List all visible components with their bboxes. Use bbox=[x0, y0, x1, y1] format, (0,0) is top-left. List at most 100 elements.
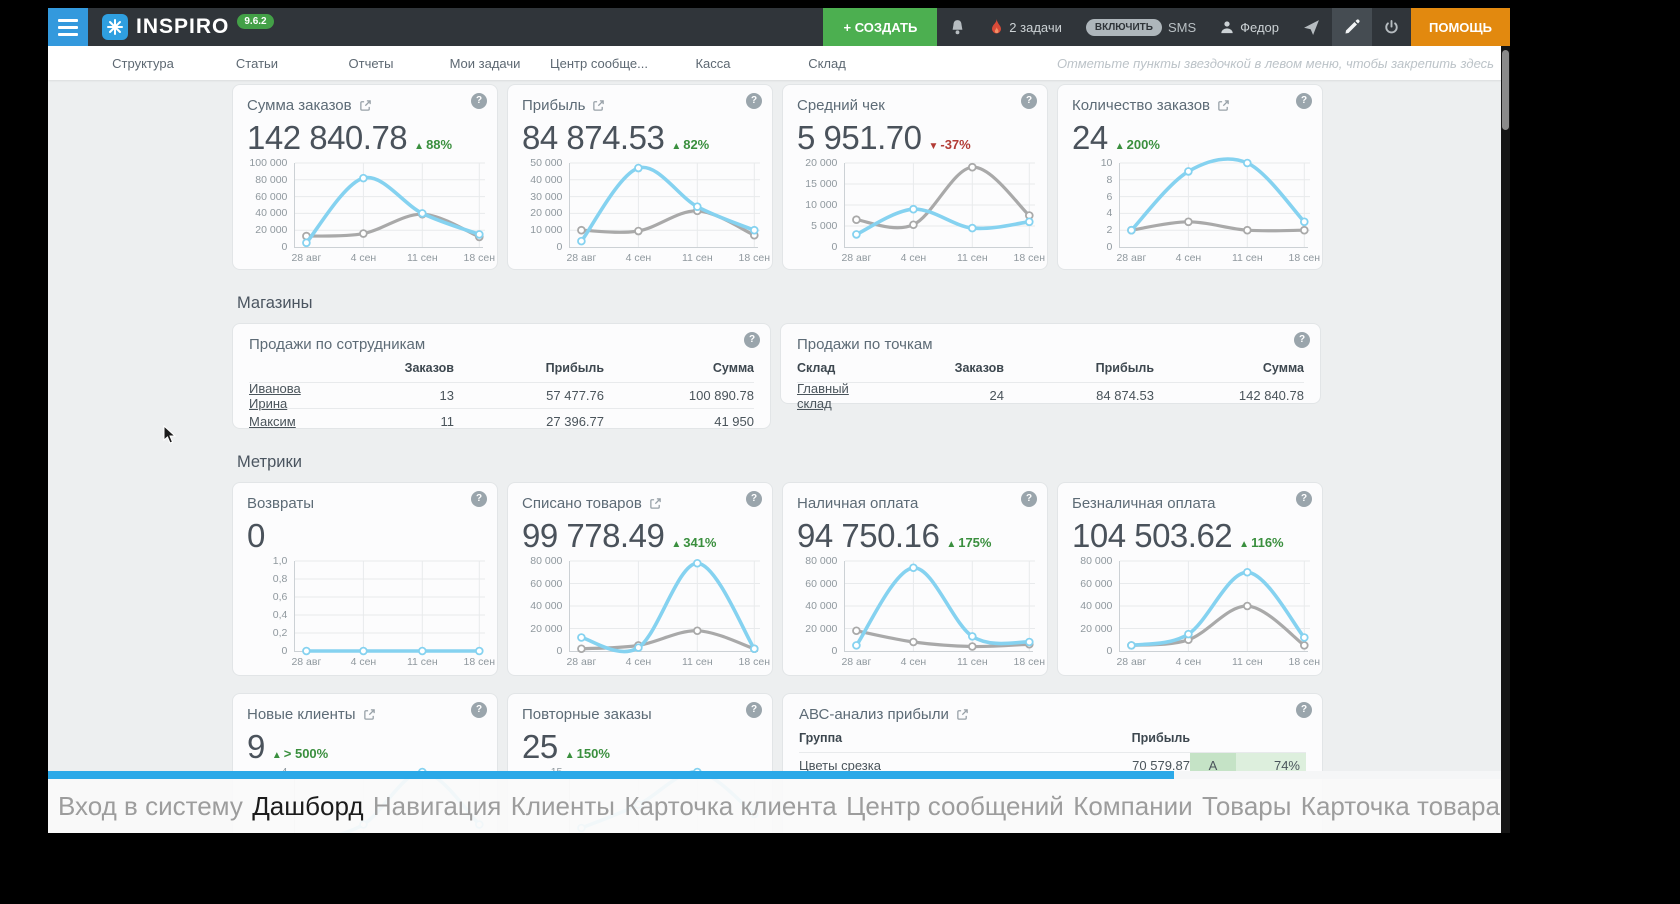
help-icon[interactable]: ? bbox=[1296, 702, 1312, 718]
help-button[interactable]: ПОМОЩЬ bbox=[1411, 8, 1510, 46]
y-tick-label: 50 000 bbox=[530, 157, 563, 169]
scrollbar-thumb[interactable] bbox=[1502, 50, 1509, 130]
metric-card-cashless-payment: Безналичная оплата? 104 503.62 ▲ 116% 80 000… bbox=[1057, 482, 1323, 676]
footer-tab-карточка-товара[interactable]: Карточка товара bbox=[1301, 791, 1500, 822]
footer-tab-компании[interactable]: Компании bbox=[1073, 791, 1192, 822]
cash-payment-chart: 80 000 60 000 40 000 20 000 0 bbox=[797, 555, 1036, 657]
triangle-up-icon: ▲ bbox=[671, 539, 682, 550]
plot-area bbox=[1119, 157, 1311, 248]
y-tick-label: 0,6 bbox=[272, 591, 288, 603]
value-row: 99 778.49 ▲ 341% bbox=[522, 517, 758, 555]
external-link-icon[interactable] bbox=[649, 497, 662, 510]
footer-tab-клиенты[interactable]: Клиенты bbox=[511, 791, 615, 822]
table-header-row: Склад Заказов Прибыль Сумма bbox=[797, 354, 1304, 382]
cash-payment-delta: ▲ 175% bbox=[946, 535, 992, 550]
help-icon[interactable]: ? bbox=[471, 491, 487, 507]
footer-tab-вход-в-систему[interactable]: Вход в систему bbox=[58, 791, 243, 822]
user-icon bbox=[1221, 21, 1233, 34]
help-icon[interactable]: ? bbox=[744, 332, 760, 348]
external-link-icon[interactable] bbox=[956, 708, 969, 721]
send-action[interactable] bbox=[1291, 8, 1332, 46]
nav-item-структура[interactable]: Структура bbox=[86, 56, 200, 71]
metric-card-orders-sum: Сумма заказов? 142 840.78 ▲ 88% 100 000 80 00… bbox=[232, 84, 498, 270]
row-link[interactable]: Максим bbox=[249, 414, 296, 429]
external-link-icon[interactable] bbox=[1217, 99, 1230, 112]
value-row: 142 840.78 ▲ 88% bbox=[247, 119, 483, 157]
x-tick-label: 18 сен bbox=[738, 656, 771, 668]
notifications-bell[interactable] bbox=[937, 8, 978, 46]
row-link[interactable]: Иванова Ирина bbox=[249, 381, 301, 411]
vertical-scrollbar[interactable] bbox=[1501, 46, 1510, 833]
triangle-up-icon: ▲ bbox=[1239, 539, 1250, 550]
y-axis-labels: 50 000 40 000 30 000 20 000 10 000 0 bbox=[522, 157, 569, 253]
tasks-indicator[interactable]: 2 задачи bbox=[978, 8, 1074, 46]
help-icon[interactable]: ? bbox=[1294, 332, 1310, 348]
x-tick-label: 4 сен bbox=[350, 252, 377, 264]
help-icon[interactable]: ? bbox=[746, 702, 762, 718]
nav-item-склад[interactable]: Склад bbox=[770, 56, 884, 71]
footer-tab-центр-сообщений[interactable]: Центр сообщений bbox=[846, 791, 1064, 822]
table-cell: 27 396.77 bbox=[546, 414, 604, 429]
footer-tab-товары[interactable]: Товары bbox=[1202, 791, 1291, 822]
table-header-row: Заказов Прибыль Сумма bbox=[249, 354, 754, 382]
x-axis-labels: 28 авг 4 сен 11 сен 18 сен bbox=[1116, 248, 1320, 265]
x-tick-label: 4 сен bbox=[350, 656, 377, 668]
tables-row: Продажи по сотрудникам ? Заказов Прибыль С… bbox=[232, 323, 1324, 429]
help-icon[interactable]: ? bbox=[1296, 491, 1312, 507]
card-title: Сумма заказов bbox=[247, 95, 483, 115]
x-tick-label: 28 авг bbox=[1116, 252, 1147, 264]
nav-item-отчеты[interactable]: Отчеты bbox=[314, 56, 428, 71]
table-cell: Максим bbox=[249, 414, 334, 429]
help-icon[interactable]: ? bbox=[1021, 93, 1037, 109]
sms-label: SMS bbox=[1167, 19, 1197, 35]
nav-item-касса[interactable]: Касса bbox=[656, 56, 770, 71]
user-menu[interactable]: Федор bbox=[1208, 8, 1291, 46]
create-button[interactable]: + СОЗДАТЬ bbox=[823, 8, 938, 46]
table-cell: Иванова Ирина bbox=[249, 381, 334, 411]
help-icon[interactable]: ? bbox=[746, 93, 762, 109]
nav-item-статьи[interactable]: Статьи bbox=[200, 56, 314, 71]
y-axis-labels: 10 8 6 4 2 0 bbox=[1072, 157, 1119, 253]
y-tick-label: 20 000 bbox=[255, 224, 288, 237]
column-header: Заказов bbox=[954, 361, 1004, 375]
power-icon bbox=[1385, 19, 1398, 33]
card-title: Безналичная оплата bbox=[1072, 493, 1308, 513]
external-link-icon[interactable] bbox=[363, 708, 376, 721]
help-icon[interactable]: ? bbox=[1021, 491, 1037, 507]
edit-action[interactable] bbox=[1332, 8, 1372, 46]
nav-item-центр-сообще-[interactable]: Центр сообще... bbox=[542, 56, 656, 71]
help-icon[interactable]: ? bbox=[471, 93, 487, 109]
footer-tab-дашборд[interactable]: Дашборд bbox=[252, 791, 363, 822]
section-heading-shops: Магазины bbox=[237, 294, 313, 312]
table-title: Продажи по точкам bbox=[797, 335, 933, 353]
y-tick-label: 60 000 bbox=[530, 577, 563, 590]
help-icon[interactable]: ? bbox=[746, 491, 762, 507]
x-tick-label: 11 сен bbox=[406, 656, 438, 668]
x-tick-label: 11 сен bbox=[1231, 656, 1263, 668]
help-icon[interactable]: ? bbox=[471, 702, 487, 718]
value-row: 94 750.16 ▲ 175% bbox=[797, 517, 1033, 555]
hamburger-menu-button[interactable] bbox=[48, 8, 88, 46]
profit-chart: 50 000 40 000 30 000 20 000 10 000 0 bbox=[522, 157, 761, 253]
column-header: Заказов bbox=[404, 361, 454, 375]
table-cell: 100 890.78 bbox=[688, 388, 754, 403]
table-cell: 57 477.76 bbox=[546, 388, 604, 403]
written-off-value: 99 778.49 bbox=[522, 517, 665, 554]
external-link-icon[interactable] bbox=[359, 99, 372, 112]
nav-item-мои-задачи[interactable]: Мои задачи bbox=[428, 56, 542, 71]
brand[interactable]: INSPIRO 9.6.2 bbox=[88, 8, 288, 46]
x-tick-label: 18 сен bbox=[463, 656, 496, 668]
footer-tab-карточка-клиента[interactable]: Карточка клиента bbox=[624, 791, 836, 822]
y-tick-label: 5 000 bbox=[811, 220, 838, 232]
y-axis-labels: 100 000 80 000 60 000 40 000 20 000 0 bbox=[247, 157, 294, 253]
row-link[interactable]: Главный склад bbox=[797, 381, 849, 411]
value-row: 25 ▲ 150% bbox=[522, 728, 758, 766]
y-tick-label: 40 000 bbox=[1080, 600, 1113, 612]
footer-tab-навигация[interactable]: Навигация bbox=[373, 791, 501, 822]
value-row: 5 951.70 ▼ -37% bbox=[797, 119, 1033, 157]
help-icon[interactable]: ? bbox=[1296, 93, 1312, 109]
logout-action[interactable] bbox=[1372, 8, 1411, 46]
sms-enable-toggle[interactable]: ВКЛЮЧИТЬ bbox=[1085, 18, 1162, 36]
section-heading-metrics: Метрики bbox=[237, 453, 302, 471]
external-link-icon[interactable] bbox=[592, 99, 605, 112]
